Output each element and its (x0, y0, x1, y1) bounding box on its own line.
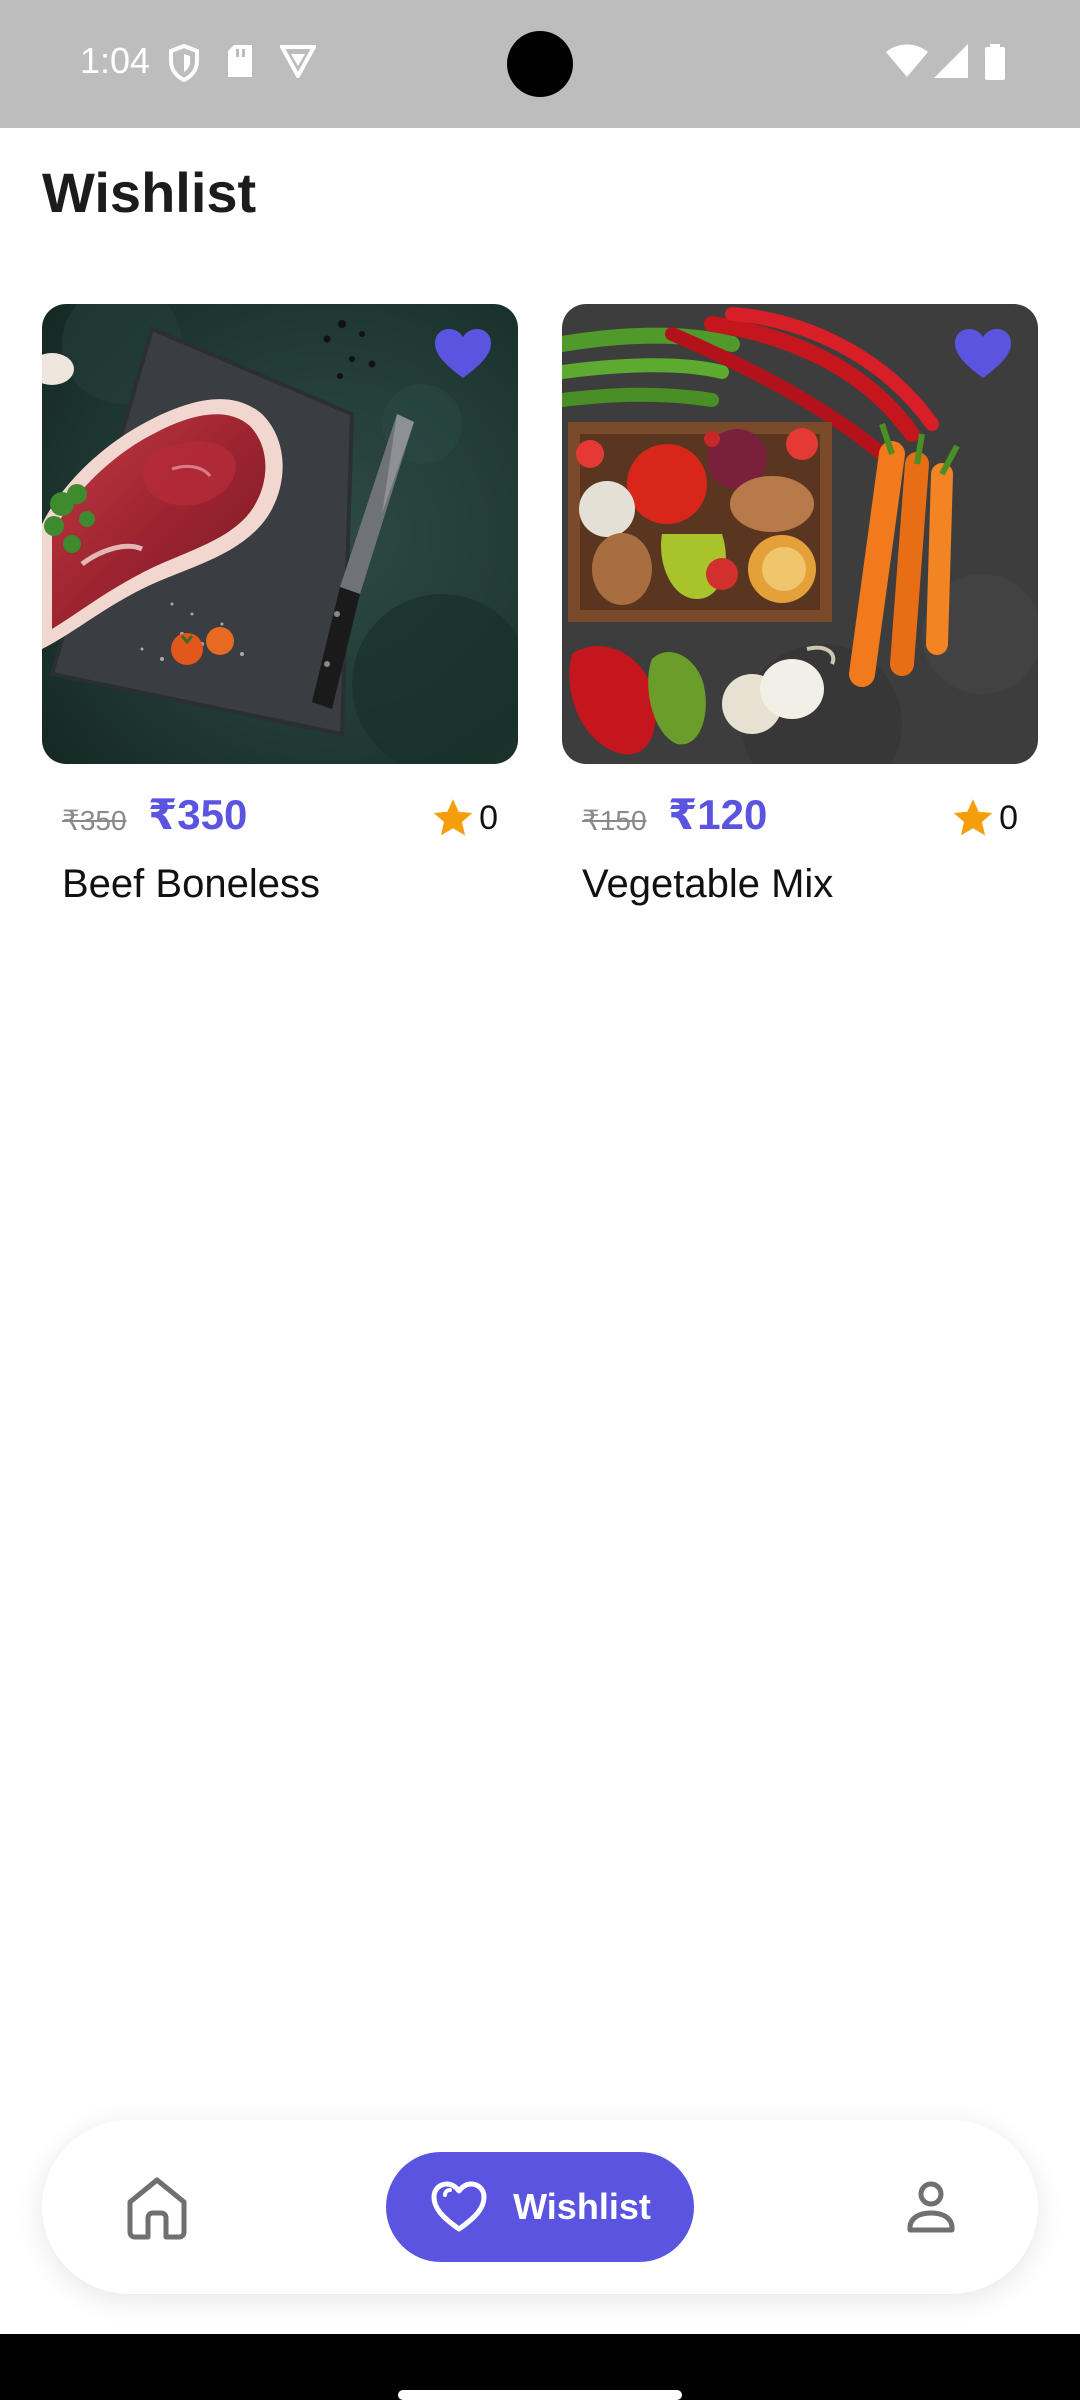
star-icon (953, 799, 993, 836)
sd-card-icon (228, 45, 252, 77)
star-icon (433, 799, 473, 836)
old-price: ₹350 (62, 805, 127, 836)
favorite-heart-icon[interactable] (954, 328, 1012, 380)
heart-icon (431, 2181, 487, 2232)
home-icon[interactable] (120, 2170, 194, 2244)
bottom-navigation: Wishlist (42, 2120, 1038, 2294)
home-indicator[interactable] (398, 2390, 682, 2400)
product-name[interactable]: Beef Boneless (62, 862, 320, 907)
rating: 0 (431, 796, 498, 840)
wifi-icon (886, 44, 928, 77)
rating-value: 0 (479, 798, 498, 837)
wishlist-screen: 1:04 Wishlist ₹350 ₹350 0 Beef Boneless … (0, 0, 1080, 2400)
battery-icon (985, 44, 1005, 80)
rating-value: 0 (999, 798, 1018, 837)
favorite-heart-icon[interactable] (434, 328, 492, 380)
person-icon[interactable] (894, 2170, 968, 2244)
page-title: Wishlist (42, 161, 257, 224)
old-price: ₹150 (582, 805, 647, 836)
status-bar: 1:04 (0, 0, 1080, 128)
rating: 0 (951, 796, 1018, 840)
shield-icon (169, 44, 199, 82)
product-card[interactable]: ₹350 ₹350 0 Beef Boneless (42, 304, 518, 906)
camera-cutout (507, 31, 573, 97)
product-card[interactable]: ₹150 ₹120 0 Vegetable Mix (562, 304, 1038, 906)
price-row: ₹150 ₹120 0 (562, 784, 1038, 854)
new-price: ₹350 (148, 791, 248, 838)
nav-wishlist-tab[interactable]: Wishlist (386, 2152, 694, 2262)
nav-wishlist-label: Wishlist (513, 2186, 651, 2227)
price-row: ₹350 ₹350 0 (42, 784, 518, 854)
product-name[interactable]: Vegetable Mix (582, 862, 833, 907)
product-image[interactable] (562, 304, 1038, 764)
vpn-icon (280, 45, 316, 78)
product-image[interactable] (42, 304, 518, 764)
new-price: ₹120 (668, 791, 768, 838)
status-time: 1:04 (80, 40, 151, 81)
signal-icon (934, 44, 968, 78)
